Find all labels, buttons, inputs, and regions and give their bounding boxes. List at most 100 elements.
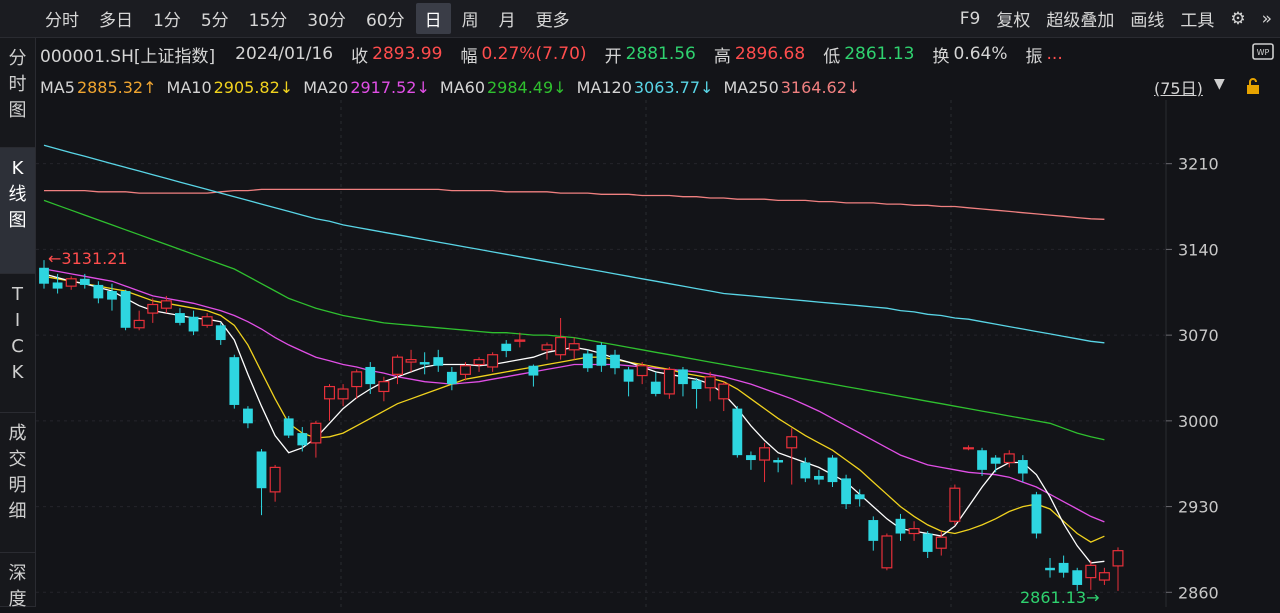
ma5-label: MA5 (40, 77, 75, 97)
sidebar-tab[interactable]: 分时图 (0, 38, 35, 148)
candle-body (1003, 453, 1015, 464)
candle-body (107, 291, 117, 300)
candle-body (243, 408, 253, 424)
quote-info-bar: 000001.SH[上证指数] 2024/01/16 收 2893.99 幅 0… (40, 40, 1067, 68)
candle-body (636, 365, 648, 377)
gear-icon[interactable]: ⚙ (1222, 6, 1253, 32)
candle-body (800, 462, 811, 479)
candle-body (841, 478, 851, 505)
period-tab[interactable]: 5分 (192, 3, 238, 34)
candle-body (691, 380, 702, 390)
sidebar-tab[interactable]: 成交明细 (0, 413, 35, 553)
y-tick-label: 3070 (1178, 326, 1219, 345)
candle-body (650, 381, 661, 394)
period-tab[interactable]: 日 (415, 3, 451, 34)
period-tab[interactable]: 分时 (36, 3, 88, 34)
period-tab[interactable]: 更多 (527, 3, 579, 34)
sidebar-tab[interactable]: K线图 (0, 148, 35, 274)
period-tab[interactable]: 月 (490, 3, 525, 34)
export-icon[interactable]: WP (1252, 42, 1274, 66)
candle-body (582, 353, 593, 369)
candle-body (215, 325, 226, 341)
candle-body (310, 422, 322, 444)
low-value: 2861.13 (844, 44, 915, 64)
period-tabs: 分时 多日 1分 5分 15分 30分 60分日周月更多 (36, 0, 581, 37)
candle-body (93, 284, 104, 299)
ma250-line (44, 188, 1105, 220)
candle-body (827, 457, 838, 483)
tool-button[interactable]: 画线 (1122, 3, 1172, 34)
candle-body (1085, 564, 1097, 579)
kline-chart: 3210 3140 3070 3000 2930 2860 ←3131.21 2861.13→ (36, 100, 1219, 607)
amplitude-label: 振 (1025, 46, 1043, 67)
period-tab[interactable]: 1分 (144, 3, 190, 34)
ma10-label: MA10 (166, 77, 212, 97)
period-tab[interactable]: 多日 (90, 3, 142, 34)
ma5-value: 2885.32↑ (76, 77, 157, 97)
change-label: 幅 (460, 46, 478, 67)
expand-icon[interactable]: » (1254, 6, 1280, 32)
candle-body (297, 433, 308, 446)
sidebar-tab[interactable]: 深度 (0, 553, 35, 610)
change-value: 0.27%(7.70) (481, 44, 587, 64)
candle-body (487, 354, 499, 368)
ma60-label: MA60 (439, 77, 485, 97)
period-tab[interactable]: 周 (453, 3, 488, 34)
candle-body (568, 343, 580, 351)
view-sidebar: 分时图K线图TICK成交明细深度 (0, 38, 36, 610)
candle-body (1017, 460, 1028, 474)
candle-body (704, 376, 716, 389)
sidebar-tab[interactable]: TICK (0, 274, 35, 413)
candle-body (990, 457, 1001, 464)
candle-body (229, 357, 240, 405)
period-toolbar: 分时 多日 1分 5分 15分 30分 60分日周月更多 F9 复权 超级叠加 画线 工具 ⚙» (0, 0, 1280, 38)
ma120-value: 3063.77↓ (633, 77, 714, 97)
period-tab[interactable]: 60分 (357, 3, 414, 34)
lock-icon[interactable] (1244, 77, 1262, 95)
candle-body (663, 368, 675, 395)
candle-body (323, 385, 335, 400)
candle-body (623, 369, 634, 382)
candle-body (65, 278, 77, 287)
candle-body (473, 359, 485, 366)
tool-button[interactable]: 复权 (988, 3, 1038, 34)
ma120-label: MA120 (576, 77, 632, 97)
period-selector[interactable]: (75日) (1154, 75, 1203, 99)
close-label: 收 (351, 46, 369, 67)
candle-body (949, 487, 961, 522)
tool-buttons: F9 复权 超级叠加 画线 工具 ⚙» (952, 0, 1280, 37)
period-dropdown-icon[interactable]: ▼ (1214, 76, 1225, 92)
candle-body (732, 408, 743, 456)
ma10-value: 2905.82↓ (213, 77, 294, 97)
ma20-value: 2917.52↓ (350, 77, 430, 97)
ma250-value: 3164.62↓ (780, 77, 861, 97)
candle-body (175, 313, 185, 323)
low-label: 低 (823, 46, 841, 67)
candle-body (120, 291, 131, 328)
candle-body (814, 475, 824, 480)
candle-body (501, 343, 512, 352)
index-code: 000001.SH[上证指数] (40, 46, 216, 67)
y-tick-label: 3000 (1178, 412, 1219, 431)
ma20-line (43, 268, 1105, 523)
candle-body (419, 362, 430, 365)
tool-button[interactable]: 工具 (1172, 3, 1222, 34)
candle-body (1045, 567, 1055, 571)
candle-body (746, 455, 756, 461)
candle-body (514, 339, 526, 342)
candle-body (1112, 550, 1124, 567)
candle-body (854, 494, 865, 500)
svg-text:WP: WP (1257, 48, 1270, 57)
candle-body (337, 388, 349, 400)
tool-button[interactable]: F9 (952, 6, 989, 32)
candle-body (528, 365, 539, 376)
close-value: 2893.99 (372, 44, 443, 64)
ma120-line (43, 144, 1105, 344)
candle-body (596, 344, 607, 366)
turnover-value: 0.64% (953, 44, 1008, 64)
candle-body (1072, 570, 1083, 585)
period-tab[interactable]: 30分 (298, 3, 355, 34)
period-tab[interactable]: 15分 (240, 3, 297, 34)
candle-body (773, 460, 784, 463)
tool-button[interactable]: 超级叠加 (1038, 3, 1122, 34)
